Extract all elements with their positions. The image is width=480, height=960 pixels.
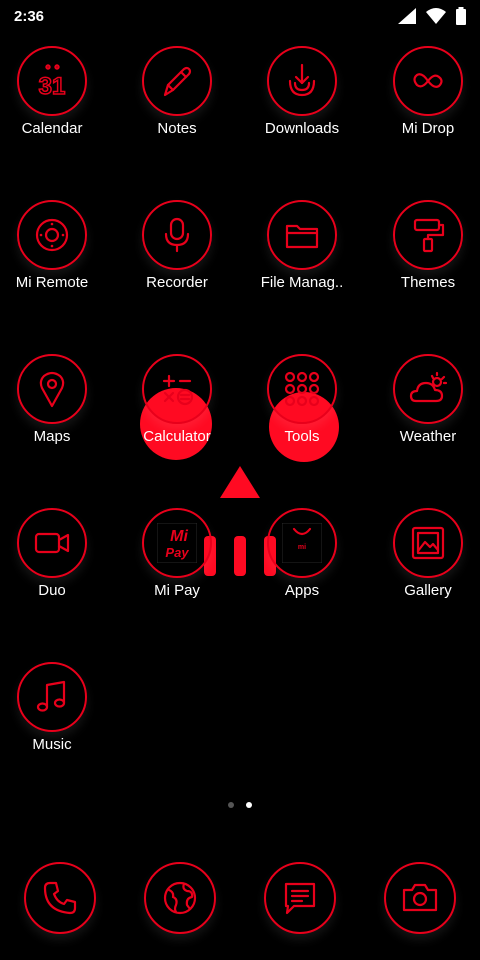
app-label: Calendar xyxy=(21,120,83,137)
battery-icon xyxy=(456,7,466,25)
weather-icon xyxy=(409,371,448,403)
app-label: Notes xyxy=(157,120,197,137)
app-apps[interactable]: mi Apps xyxy=(242,508,362,618)
app-recorder[interactable]: Recorder xyxy=(117,200,237,310)
app-label: Themes xyxy=(400,274,456,291)
app-label: Tools xyxy=(284,428,320,445)
gallery-icon xyxy=(411,526,445,560)
app-label: Duo xyxy=(38,582,66,599)
shopping-bag-icon: mi xyxy=(282,523,322,563)
svg-text:Pay: Pay xyxy=(165,545,189,560)
page-dot[interactable] xyxy=(228,802,234,808)
globe-icon xyxy=(163,881,197,915)
app-label: Weather xyxy=(399,428,457,445)
app-label: Mi Drop xyxy=(401,120,455,137)
page-dot-active[interactable] xyxy=(246,802,252,808)
music-note-icon xyxy=(36,680,66,712)
camera-icon xyxy=(402,883,438,912)
app-label: Gallery xyxy=(404,582,452,599)
mi-drop-icon xyxy=(413,73,443,88)
app-downloads[interactable]: Downloads xyxy=(242,46,362,156)
downloads-icon xyxy=(288,63,316,97)
dock-phone[interactable] xyxy=(22,862,98,938)
app-mi-remote[interactable]: Mi Remote xyxy=(0,200,112,310)
svg-text:mi: mi xyxy=(298,544,306,551)
svg-text:Mi: Mi xyxy=(170,528,188,545)
tools-folder-icon xyxy=(284,371,320,407)
calendar-icon: 31 xyxy=(38,64,66,101)
status-bar: 2:36 xyxy=(0,0,480,34)
app-maps[interactable]: Maps xyxy=(0,354,112,464)
wifi-icon xyxy=(426,8,446,24)
app-label: Maps xyxy=(33,428,71,445)
app-themes[interactable]: Themes xyxy=(368,200,480,310)
phone-icon xyxy=(43,881,77,915)
page-indicator[interactable] xyxy=(0,802,480,808)
app-label: Recorder xyxy=(146,274,208,291)
app-label: Mi Pay xyxy=(154,582,200,599)
paint-roller-icon xyxy=(413,218,445,253)
signal-icon xyxy=(398,8,416,24)
svg-text:31: 31 xyxy=(39,73,66,100)
app-calculator[interactable]: Calculator xyxy=(117,354,237,464)
map-pin-icon xyxy=(39,371,65,408)
app-mi-drop[interactable]: Mi Drop xyxy=(368,46,480,156)
status-time: 2:36 xyxy=(14,8,45,25)
dock-browser[interactable] xyxy=(142,862,218,938)
remote-icon xyxy=(35,218,69,252)
app-label: Calculator xyxy=(143,428,211,445)
app-file-manager[interactable]: File Manag.. xyxy=(242,200,362,310)
app-weather[interactable]: Weather xyxy=(368,354,480,464)
app-notes[interactable]: Notes xyxy=(117,46,237,156)
dock xyxy=(0,862,480,942)
message-icon xyxy=(284,882,316,915)
dock-messages[interactable] xyxy=(262,862,338,938)
app-calendar[interactable]: 31 Calendar xyxy=(0,46,112,156)
video-camera-icon xyxy=(34,532,70,554)
app-gallery[interactable]: Gallery xyxy=(368,508,480,618)
dock-camera[interactable] xyxy=(382,862,458,938)
calculator-icon xyxy=(162,374,194,406)
app-label: File Manag.. xyxy=(260,274,344,291)
mic-icon xyxy=(164,217,190,253)
app-label: Music xyxy=(32,736,72,753)
mi-pay-icon: Mi Pay xyxy=(157,523,197,563)
app-label: Downloads xyxy=(264,120,340,137)
app-duo[interactable]: Duo xyxy=(0,508,112,618)
notes-icon xyxy=(163,66,192,97)
app-music[interactable]: Music xyxy=(0,662,112,772)
app-mi-pay[interactable]: Mi Pay Mi Pay xyxy=(117,508,237,618)
app-label: Mi Remote xyxy=(15,274,89,291)
app-label: Apps xyxy=(284,582,320,599)
folder-icon xyxy=(285,224,319,249)
app-tools-folder[interactable]: Tools xyxy=(242,354,362,464)
